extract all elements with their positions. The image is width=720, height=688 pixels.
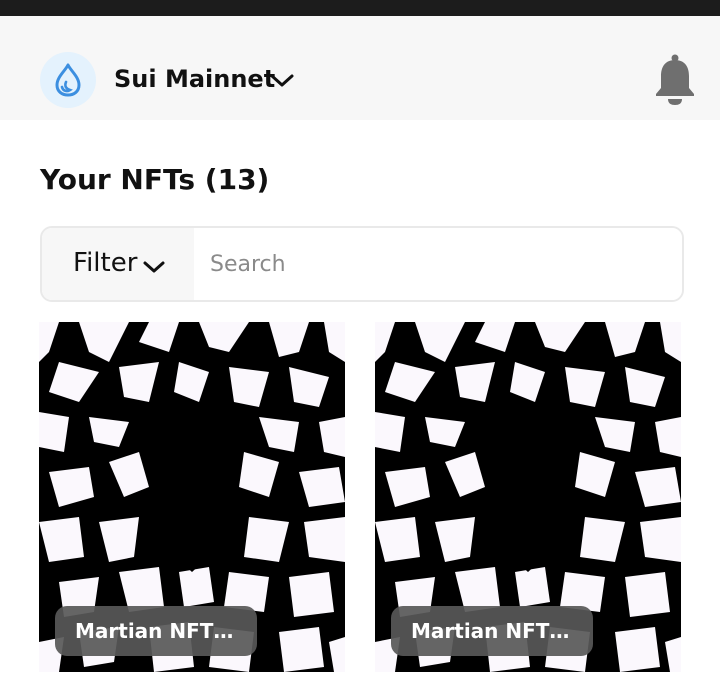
chevron-down-icon[interactable]: [268, 70, 296, 90]
nft-name: Martian NFT #7...: [55, 606, 257, 656]
status-bar: [0, 0, 720, 16]
sui-droplet-icon: [55, 63, 81, 97]
page-title: Your NFTs (13): [40, 163, 270, 196]
nft-card[interactable]: Martian NFT #7...: [39, 322, 345, 672]
app-header: Sui Mainnet: [0, 16, 720, 120]
filter-search-bar: Filter: [40, 226, 684, 302]
search-input[interactable]: [194, 228, 682, 300]
nft-card[interactable]: Martian NFT #6...: [375, 322, 681, 672]
nft-name: Martian NFT #6...: [391, 606, 593, 656]
filter-label: Filter: [73, 248, 138, 278]
network-logo[interactable]: [40, 52, 96, 108]
chevron-down-icon: [143, 261, 165, 273]
bell-icon[interactable]: [652, 54, 698, 106]
network-selector-label[interactable]: Sui Mainnet: [114, 64, 275, 94]
filter-button[interactable]: Filter: [42, 228, 194, 300]
